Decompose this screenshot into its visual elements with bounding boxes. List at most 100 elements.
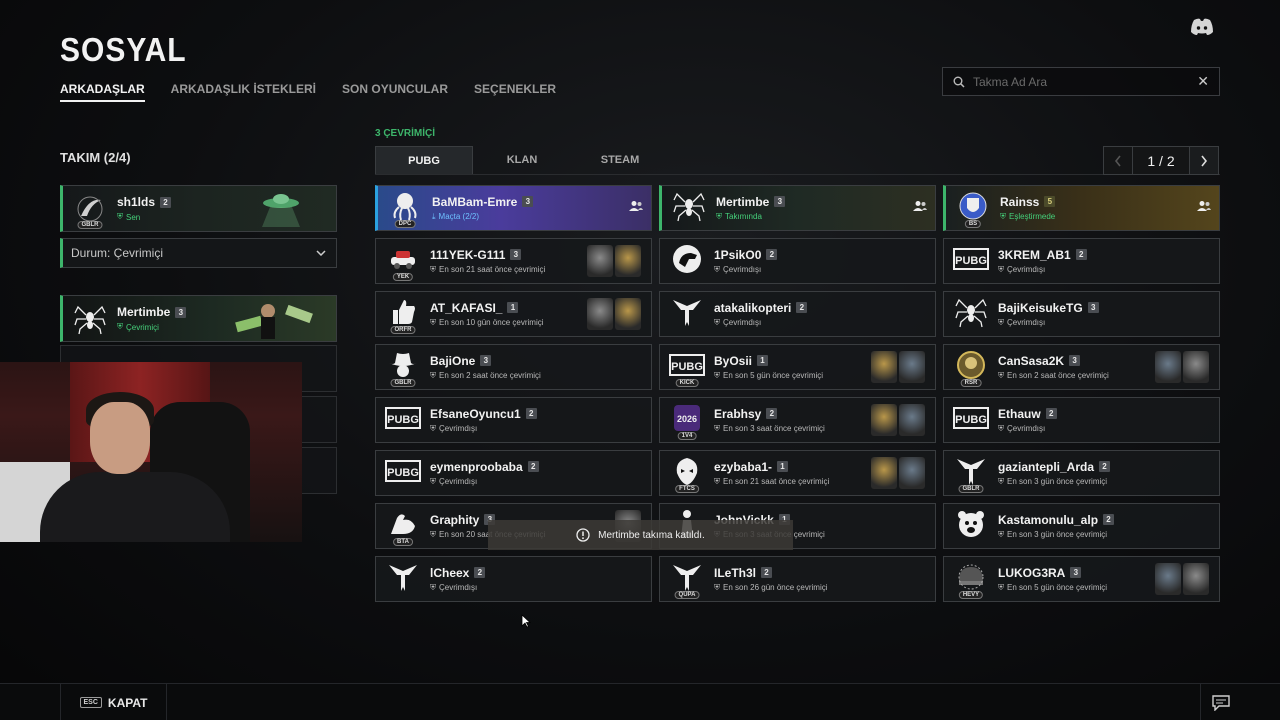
friend-card[interactable]: BS Rainss 5 ⛨ Eşleştirmede <box>943 185 1220 231</box>
achievement-badges <box>871 457 925 489</box>
team-self-card[interactable]: GBLR sh1lds 2 ⛨ Sen <box>60 185 337 232</box>
group-icon[interactable] <box>1197 199 1219 217</box>
friend-card[interactable]: PUBG Ethauw 2 ⛨ Çevrimdışı <box>943 397 1220 443</box>
player-name: 3KREM_AB1 <box>998 247 1071 262</box>
chat-button[interactable] <box>1200 684 1240 720</box>
shield-icon: ⛨ <box>430 317 436 327</box>
clan-tag: 1V4 <box>677 432 697 440</box>
friend-card[interactable]: GBLR BajiOne 3 ⛨ En son 2 saat önce çevrimiç… <box>375 344 652 390</box>
next-page-button[interactable] <box>1189 146 1219 175</box>
level-badge: 1 <box>757 355 769 366</box>
clan-tag: RSR <box>960 379 982 387</box>
shield-icon: ⛨ <box>714 317 720 327</box>
level-badge: 2 <box>1103 514 1115 525</box>
medal-icon <box>615 298 641 330</box>
level-badge: 3 <box>175 306 187 318</box>
player-status: En son 2 saat önce çevrimiçi <box>439 371 541 380</box>
chevron-right-icon <box>1201 155 1208 166</box>
friend-card[interactable]: 1PsikO0 2 ⛨ Çevrimdışı <box>659 238 936 284</box>
avatar <box>670 189 708 227</box>
player-name: Ethauw <box>998 406 1041 421</box>
friend-card[interactable]: 2026 1V4 Erabhsy 2 ⛨ En son 3 saat önce çevri… <box>659 397 936 443</box>
chevron-left-icon <box>1114 155 1121 166</box>
tab-clan[interactable]: KLAN <box>473 146 571 175</box>
friend-card[interactable]: GBLR gaziantepli_Arda 2 ⛨ En son 3 gün önce … <box>943 450 1220 496</box>
tab-steam[interactable]: STEAM <box>571 146 669 175</box>
ufo-banner-art <box>262 193 300 227</box>
shield-icon: ⛨ <box>998 529 1004 539</box>
close-icon[interactable]: ✕ <box>1197 73 1209 90</box>
tab-friends[interactable]: ARKADAŞLAR <box>60 82 145 102</box>
friend-card[interactable]: ORFR AT_KAFASI_ 1 ⛨ En son 10 gün önce çevri… <box>375 291 652 337</box>
friend-card[interactable]: RSR CanSasa2K 3 ⛨ En son 2 saat önce çevrimi… <box>943 344 1220 390</box>
player-status: En son 26 gün önce çevrimiçi <box>723 583 828 592</box>
medal-icon <box>1183 563 1209 595</box>
status-dropdown-label: Durum: Çevrimiçi <box>71 246 164 260</box>
group-icon[interactable] <box>629 199 651 217</box>
player-name: BajiOne <box>430 353 476 368</box>
friend-card[interactable]: HEVY LUKOG3RA 3 ⛨ En son 5 gün önce çevrimiç… <box>943 556 1220 602</box>
avatar: PUBG <box>952 242 990 280</box>
chat-icon <box>1211 694 1230 711</box>
medal-icon <box>871 404 897 436</box>
tab-pubg[interactable]: PUBG <box>375 146 473 175</box>
team-member-card[interactable]: Mertimbe 3 ⛨ Çevrimiçi <box>60 295 337 342</box>
clan-tag: DPC <box>394 220 416 228</box>
player-name: atakalikopteri <box>714 300 792 315</box>
player-name: 1PsikO0 <box>714 247 762 262</box>
webcam-overlay <box>0 362 302 542</box>
level-badge: 2 <box>527 461 539 472</box>
shield-icon: ⛨ <box>117 212 123 221</box>
close-button[interactable]: ESC KAPAT <box>60 684 167 720</box>
team-title: TAKIM (2/4) <box>60 150 131 165</box>
pubg-logo-icon: PUBG <box>953 246 989 277</box>
avatar: HEVY <box>952 560 990 599</box>
friend-card[interactable]: FTCS ezybaba1- 1 ⛨ En son 21 saat önce çevri… <box>659 450 936 496</box>
tab-friend-requests[interactable]: ARKADAŞLIK İSTEKLERİ <box>171 82 316 102</box>
tab-recent-players[interactable]: SON OYUNCULAR <box>342 82 448 102</box>
notification-toast: Mertimbe takıma katıldı. <box>488 520 793 550</box>
player-name: BaMBam-Emre <box>432 194 518 209</box>
friend-card[interactable]: atakalikopteri 2 ⛨ Çevrimdışı <box>659 291 936 337</box>
player-name: BajiKeisukeTG <box>998 300 1083 315</box>
prev-page-button[interactable] <box>1103 146 1133 175</box>
player-name: eymenproobaba <box>430 459 523 474</box>
group-icon[interactable] <box>913 199 935 217</box>
friend-card[interactable]: PUBG eymenproobaba 2 ⛨ Çevrimdışı <box>375 450 652 496</box>
player-status: En son 3 gün önce çevrimiçi <box>1007 477 1108 486</box>
friend-card[interactable]: PUBG KICK ByOsii 1 ⛨ En son 5 gün önce çevrim… <box>659 344 936 390</box>
friend-card[interactable]: Kastamonulu_alp 2 ⛨ En son 3 gün önce çevri… <box>943 503 1220 549</box>
shield-icon: ⛨ <box>430 582 436 592</box>
friend-card[interactable]: Mertimbe 3 ⛨ Takımında <box>659 185 936 231</box>
friend-card[interactable]: lCheex 2 ⛨ Çevrimdışı <box>375 556 652 602</box>
player-name: ILeTh3l <box>714 565 757 580</box>
tab-options[interactable]: SEÇENEKLER <box>474 82 556 102</box>
spider-icon <box>955 296 987 333</box>
player-status: En son 2 saat önce çevrimiçi <box>1007 371 1109 380</box>
shield-icon: ⛨ <box>117 322 123 331</box>
medal-icon <box>871 351 897 383</box>
avatar: PUBG <box>384 401 422 439</box>
footer-bar: ESC KAPAT <box>0 683 1280 720</box>
friend-card[interactable]: BajiKeisukeTG 3 ⛨ Çevrimdışı <box>943 291 1220 337</box>
avatar: RSR <box>952 348 990 387</box>
money-banner-art <box>235 303 313 339</box>
discord-icon[interactable] <box>1190 18 1214 36</box>
svg-text:PUBG: PUBG <box>387 467 419 479</box>
friend-card[interactable]: PUBG EfsaneOyuncu1 2 ⛨ Çevrimdışı <box>375 397 652 443</box>
toast-message: Mertimbe takıma katıldı. <box>598 529 705 541</box>
search-input[interactable] <box>973 74 1198 89</box>
player-name: ByOsii <box>714 353 753 368</box>
clan-tag: HEVY <box>958 591 984 599</box>
status-dropdown[interactable]: Durum: Çevrimiçi <box>60 238 337 268</box>
player-status: En son 21 saat önce çevrimiçi <box>723 477 830 486</box>
player-status: Çevrimdışı <box>1007 424 1046 433</box>
svg-text:PUBG: PUBG <box>671 361 703 373</box>
friend-card[interactable]: QUPA ILeTh3l 2 ⛨ En son 26 gün önce çevrimiç… <box>659 556 936 602</box>
friend-card[interactable]: DPC BaMBam-Emre 3 ⤓ Maçta (2/2) <box>375 185 652 231</box>
avatar: QUPA <box>668 560 706 599</box>
level-badge: 2 <box>160 196 172 208</box>
shield-icon: ⛨ <box>714 264 720 274</box>
friend-card[interactable]: PUBG 3KREM_AB1 2 ⛨ Çevrimdışı <box>943 238 1220 284</box>
friend-card[interactable]: YEK 111YEK-G111 3 ⛨ En son 21 saat önce çevr… <box>375 238 652 284</box>
